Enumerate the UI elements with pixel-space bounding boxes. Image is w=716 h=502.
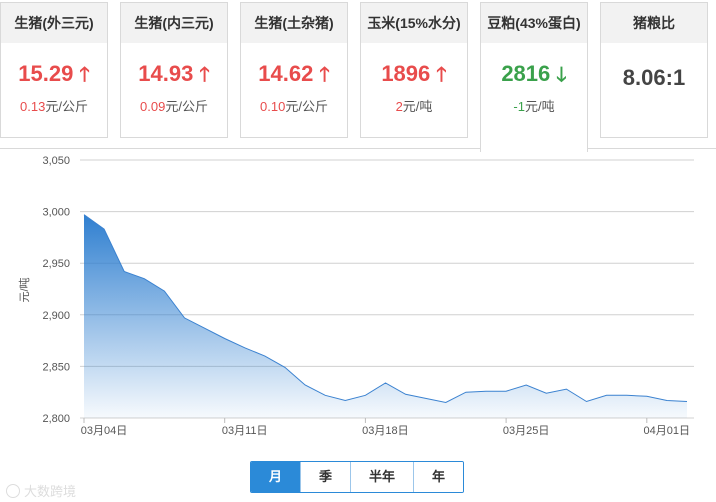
card-title: 玉米(15%水分) (361, 3, 467, 43)
arrow-up-icon: 🡑 (319, 64, 330, 86)
card-change: -1元/吨 (481, 96, 587, 115)
card-change: 0.10元/公斤 (241, 96, 347, 115)
arrow-down-icon: 🡓 (556, 64, 567, 86)
watermark: 大数跨境 (6, 481, 76, 500)
price-cards: 生猪(外三元) 15.29 🡑 0.13元/公斤 生猪(内三元) 14.93 🡑 0… (0, 0, 716, 152)
y-axis-ticks: 2,800 2,850 2,900 2,950 3,000 3,050 (42, 155, 70, 425)
card-title: 猪粮比 (601, 3, 707, 43)
card-change: 0.09元/公斤 (121, 96, 227, 115)
panel-divider-right (587, 148, 716, 149)
change-value: -1 (513, 99, 525, 114)
arrow-up-icon: 🡑 (199, 64, 210, 86)
card-live-pig-local[interactable]: 生猪(土杂猪) 14.62 🡑 0.10元/公斤 (240, 2, 348, 138)
change-unit: 元/公斤 (285, 99, 328, 114)
x-tick-label: 04月01日 (644, 425, 690, 437)
change-unit: 元/公斤 (165, 99, 208, 114)
card-price: 2816 🡓 (481, 61, 587, 88)
y-tick-label: 3,000 (42, 207, 70, 219)
y-tick-label: 2,900 (42, 310, 70, 322)
card-title: 生猪(土杂猪) (241, 3, 347, 43)
watermark-text: 大数跨境 (24, 484, 77, 499)
y-tick-label: 2,950 (42, 258, 70, 270)
change-unit: 元/吨 (524, 99, 555, 114)
tab-month[interactable]: 月 (251, 462, 300, 492)
card-price: 15.29 🡑 (1, 61, 107, 88)
tab-year[interactable]: 年 (413, 462, 463, 492)
card-change: 0.13元/公斤 (1, 96, 107, 115)
card-price: 14.93 🡑 (121, 61, 227, 88)
card-title: 生猪(外三元) (1, 3, 107, 43)
y-tick-label: 3,050 (42, 155, 70, 167)
change-value: 0.10 (260, 99, 286, 114)
y-tick-label: 2,800 (42, 413, 70, 425)
tab-half-year[interactable]: 半年 (350, 462, 413, 492)
x-tick-label: 03月04日 (81, 425, 127, 437)
change-value: 0.09 (140, 99, 166, 114)
tab-quarter[interactable]: 季 (300, 462, 350, 492)
change-value: 0.13 (20, 99, 46, 114)
card-corn[interactable]: 玉米(15%水分) 1896 🡑 2元/吨 (360, 2, 468, 138)
price-area-chart: 2,8002,8502,9002,9503,0003,050 03月04日 03月… (18, 155, 694, 437)
panel-divider-left (0, 148, 481, 149)
change-unit: 元/吨 (402, 99, 433, 114)
card-price: 8.06:1 (622, 65, 686, 90)
price-value: 1896 (381, 61, 431, 86)
change-unit: 元/公斤 (45, 99, 88, 114)
card-change: 2元/吨 (361, 96, 467, 115)
x-tick-label: 03月25日 (503, 425, 549, 437)
x-tick-label: 03月18日 (362, 425, 408, 437)
price-value: 14.93 (138, 61, 194, 86)
y-tick-label: 2,850 (42, 361, 70, 373)
price-value: 2816 (501, 61, 551, 86)
watermark-logo-icon (6, 483, 20, 498)
y-axis-label: 元/吨 (18, 277, 31, 302)
price-value: 14.62 (258, 61, 314, 86)
x-axis-ticks: 03月04日 03月11日 03月18日 03月25日 04月01日 (81, 418, 690, 437)
card-soymeal[interactable]: 豆粕(43%蛋白) 2816 🡓 -1元/吨 (480, 2, 588, 152)
price-value: 15.29 (18, 61, 74, 86)
card-price: 14.62 🡑 (241, 61, 347, 88)
change-value: 2 (395, 99, 403, 114)
card-hog-grain-ratio[interactable]: 猪粮比 8.06:1 (600, 2, 708, 138)
card-title: 生猪(内三元) (121, 3, 227, 43)
card-title: 豆粕(43%蛋白) (481, 3, 587, 43)
card-price: 1896 🡑 (361, 61, 467, 88)
area-fill (84, 214, 687, 418)
arrow-up-icon: 🡑 (436, 64, 447, 86)
x-tick-label: 03月11日 (222, 425, 268, 437)
card-live-pig-inner[interactable]: 生猪(内三元) 14.93 🡑 0.09元/公斤 (120, 2, 228, 138)
card-live-pig-outer[interactable]: 生猪(外三元) 15.29 🡑 0.13元/公斤 (0, 2, 108, 138)
period-tabs: 月 季 半年 年 (250, 461, 464, 493)
arrow-up-icon: 🡑 (79, 64, 90, 86)
